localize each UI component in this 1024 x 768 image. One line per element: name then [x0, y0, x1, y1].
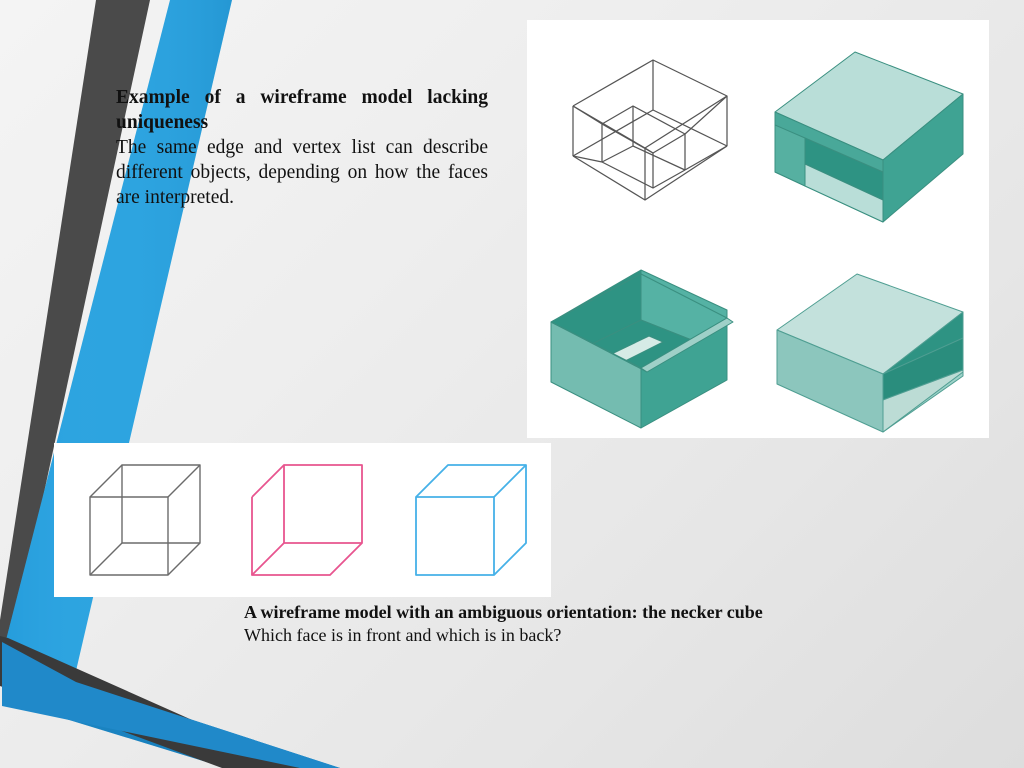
figure-panel-cubes	[54, 443, 551, 597]
solid-box-bottom-left-figure	[550, 269, 734, 429]
bottom-text-block: A wireframe model with an ambiguous orie…	[244, 601, 804, 647]
top-text-block: Example of a wireframe model lacking uni…	[116, 86, 488, 211]
top-heading: Example of a wireframe model lacking uni…	[116, 87, 488, 133]
bottom-body: Which face is in front and which is in b…	[244, 625, 562, 646]
solid-box-bottom-right-figure	[776, 273, 964, 433]
deco-blue-stripe-lower	[4, 640, 340, 768]
necker-cube-interpretation-a-figure	[251, 464, 363, 576]
necker-cube-ambiguous-figure	[89, 464, 201, 576]
solid-box-top-right-figure	[774, 51, 964, 223]
figure-panel-boxes	[527, 20, 989, 438]
deco-gray-stripe-lower	[0, 636, 300, 768]
wireframe-box-figure	[572, 59, 728, 201]
bottom-heading: A wireframe model with an ambiguous orie…	[244, 602, 763, 622]
deco-blue-wedge	[2, 642, 340, 768]
top-body: The same edge and vertex list can descri…	[116, 136, 488, 208]
slide: Example of a wireframe model lacking uni…	[0, 0, 1024, 768]
necker-cube-interpretation-b-figure	[415, 464, 527, 576]
